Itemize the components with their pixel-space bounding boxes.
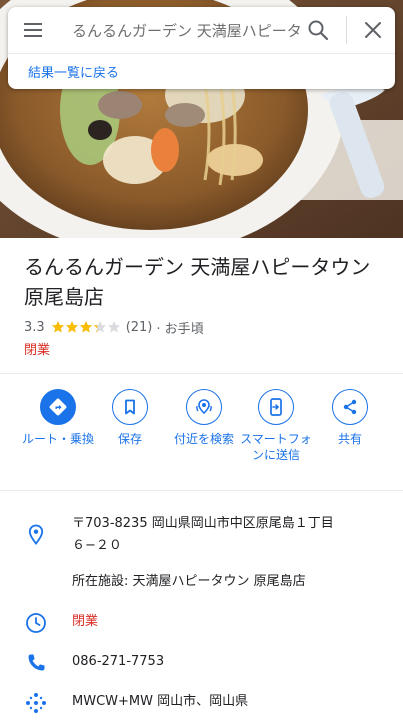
plus-code[interactable]: MWCW+MW 岡山市、岡山県: [72, 691, 372, 713]
star-icon: [107, 321, 120, 333]
star-icon: [51, 321, 64, 333]
business-status: 閉業: [24, 343, 51, 358]
location-pin-icon: [24, 523, 48, 547]
hamburger-menu-icon[interactable]: [22, 20, 44, 40]
search-input[interactable]: るんるんガーデン 天満屋ハピータ: [72, 20, 304, 42]
search-icon[interactable]: [306, 18, 330, 42]
share-button[interactable]: 共有: [314, 389, 386, 447]
star-rating: [51, 320, 121, 334]
close-icon[interactable]: [362, 19, 384, 41]
send-to-phone-button[interactable]: スマートフォンに送信: [240, 389, 312, 463]
star-icon: [79, 321, 92, 333]
located-in[interactable]: 所在施設: 天満屋ハピータウン 原尾島店: [72, 571, 372, 593]
nearby-search-button[interactable]: 付近を検索: [168, 389, 240, 447]
rating-row: 3.3 (21) · お手頃: [24, 318, 204, 337]
review-count-link[interactable]: (21): [126, 320, 153, 335]
address[interactable]: 〒703-8235 岡山県岡山市中区原尾島１丁目 ６−２０: [72, 513, 372, 557]
nearby-search-label: 付近を検索: [173, 432, 234, 446]
bookmark-icon: [112, 389, 148, 425]
place-title: るんるんガーデン 天満屋ハピータウン原尾島店: [24, 255, 371, 309]
search-bar: るんるんガーデン 天満屋ハピータ: [8, 7, 395, 53]
address-line-2: ６−２０: [72, 538, 122, 553]
search-card: るんるんガーデン 天満屋ハピータ 結果一覧に戻る: [8, 7, 395, 89]
search-card-divider: [8, 53, 395, 54]
send-to-phone-label: スマートフォンに送信: [240, 432, 312, 462]
plus-code-icon: [24, 691, 48, 715]
save-button[interactable]: 保存: [94, 389, 166, 447]
hours-status[interactable]: 閉業: [72, 611, 372, 633]
clock-icon: [24, 611, 48, 635]
directions-button[interactable]: ルート・乗換: [22, 389, 94, 447]
divider: [0, 490, 403, 491]
phone-icon: [24, 651, 48, 675]
search-divider: [346, 16, 347, 44]
share-icon: [332, 389, 368, 425]
share-label: 共有: [337, 432, 362, 446]
star-icon: [65, 321, 78, 333]
directions-label: ルート・乗換: [22, 432, 95, 446]
rating-value: 3.3: [24, 319, 45, 335]
send-to-phone-icon: [258, 389, 294, 425]
back-to-results-link[interactable]: 結果一覧に戻る: [28, 62, 119, 81]
address-line-1: 〒703-8235 岡山県岡山市中区原尾島１丁目: [72, 516, 334, 531]
save-label: 保存: [117, 432, 142, 446]
directions-icon: [40, 389, 76, 425]
price-level: · お手頃: [156, 321, 204, 337]
phone-number[interactable]: 086-271-7753: [72, 651, 372, 673]
star-icon: [93, 321, 106, 333]
nearby-search-icon: [186, 389, 222, 425]
divider: [0, 373, 403, 374]
